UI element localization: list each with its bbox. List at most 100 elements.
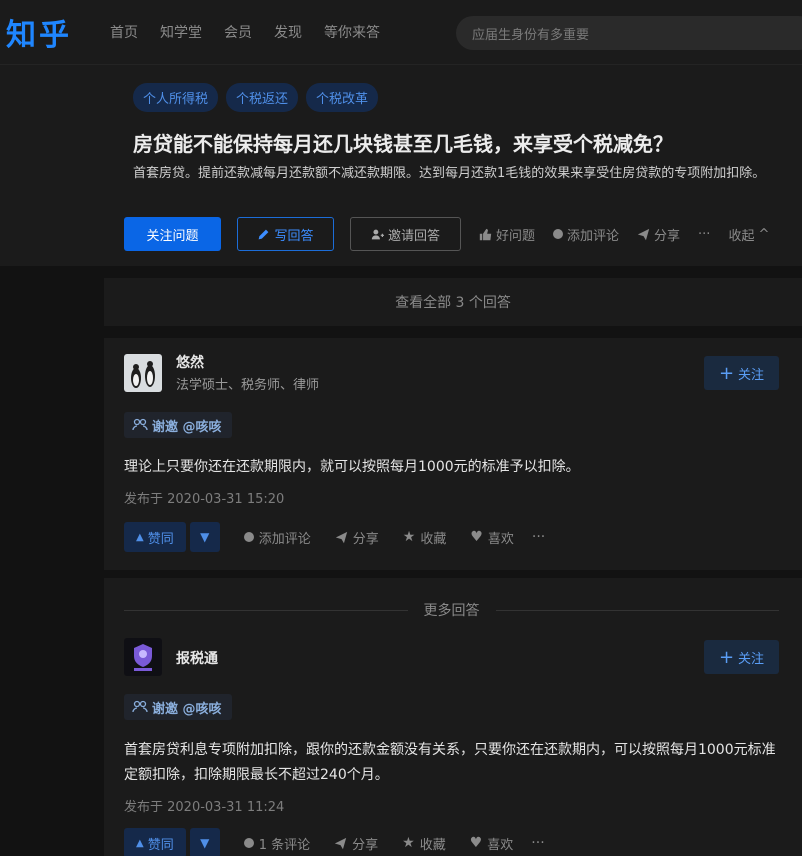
triangle-down-icon: ▼ — [200, 530, 210, 544]
answer-content: 首套房贷利息专项附加扣除，跟你的还款金额没有关系，只要你还在还款期内，可以按照每… — [124, 742, 776, 783]
question-header: 个人所得税 个税返还 个税改革 房贷能不能保持每月还几块钱甚至几毛钱，来享受个税… — [0, 64, 802, 266]
triangle-down-icon: ▼ — [200, 836, 210, 850]
more-options-button[interactable]: ··· — [531, 835, 544, 851]
question-actions: 关注问题 写回答 邀请回答 好问题 添加评论 分享 ··· 收起 ^ — [124, 217, 769, 251]
like-label: 喜欢 — [487, 837, 514, 853]
invite-answer-button[interactable]: 邀请回答 — [350, 217, 461, 251]
like-button[interactable]: ♥ 喜欢 — [470, 528, 514, 547]
pencil-icon — [259, 229, 269, 239]
question-description: 首套房贷。提前还款减每月还款额不减还款期限。达到每月还款1毛钱的效果来享受住房贷… — [133, 166, 766, 181]
divider-line — [124, 609, 408, 611]
thanks-text: 谢邀 @咳咳 — [152, 419, 222, 435]
topic-tag[interactable]: 个税改革 — [306, 83, 379, 112]
comments-button[interactable]: 1 条评论 — [243, 834, 311, 853]
heart-icon: ♥ — [469, 835, 483, 851]
answer-actions: ▲ 赞同 ▼ 1 条评论 分享 ★ 收藏 ♥ 喜欢 ··· — [124, 828, 545, 856]
people-icon — [132, 418, 148, 431]
nav-item-waiting-answers[interactable]: 等你来答 — [324, 22, 380, 42]
search-input[interactable]: 应届生身份有多重要 — [456, 16, 802, 50]
invite-thanks-badge: 谢邀 @咳咳 — [124, 694, 232, 720]
avatar[interactable] — [124, 638, 162, 676]
answer-card: 更多回答 报税通 + 关注 谢邀 @咳咳 首套房贷利息专项附加扣除，跟你的还款金… — [104, 578, 802, 856]
share-button[interactable]: 分享 — [334, 834, 378, 853]
add-comment-button[interactable]: 添加评论 — [243, 528, 311, 547]
add-comment-button[interactable]: 添加评论 — [553, 225, 619, 244]
thumbs-up-icon — [479, 228, 492, 240]
answer-actions: ▲ 赞同 ▼ 添加评论 分享 ★ 收藏 ♥ 喜欢 ··· — [124, 522, 545, 552]
top-navigation: 知乎 首页 知学堂 会员 发现 等你来答 应届生身份有多重要 — [0, 0, 802, 64]
zhihu-logo[interactable]: 知乎 — [6, 10, 72, 54]
more-options-button[interactable]: ··· — [532, 529, 545, 545]
nav-item-discover[interactable]: 发现 — [274, 22, 302, 42]
share-button[interactable]: 分享 — [637, 225, 680, 244]
write-answer-label: 写回答 — [274, 228, 314, 244]
comment-icon — [243, 838, 254, 848]
publish-time[interactable]: 发布于 2020-03-31 11:24 — [124, 796, 284, 815]
people-icon — [132, 700, 148, 713]
collapse-label: 收起 — [728, 228, 755, 244]
invite-thanks-badge: 谢邀 @咳咳 — [124, 412, 232, 438]
upvote-label: 赞同 — [147, 837, 174, 853]
nav-item-vip[interactable]: 会员 — [224, 22, 252, 42]
main-nav: 首页 知学堂 会员 发现 等你来答 — [110, 22, 402, 42]
nav-item-home[interactable]: 首页 — [110, 22, 138, 42]
downvote-button[interactable]: ▼ — [189, 522, 220, 552]
good-question-label: 好问题 — [496, 228, 536, 244]
topic-tag[interactable]: 个人所得税 — [133, 83, 219, 112]
share-label: 分享 — [352, 837, 379, 853]
triangle-up-icon: ▲ — [136, 531, 144, 543]
comment-icon — [553, 229, 564, 239]
plus-icon: + — [718, 646, 735, 668]
paper-plane-icon — [335, 531, 347, 543]
answer-content: 理论上只要你还在还款期限内，就可以按照每月1000元的标准予以扣除。 — [124, 459, 580, 475]
collect-button[interactable]: ★ 收藏 — [402, 834, 446, 853]
triangle-up-icon: ▲ — [136, 837, 144, 849]
chevron-up-icon: ^ — [758, 226, 770, 242]
avatar[interactable] — [124, 354, 162, 392]
answer-card: 悠然 法学硕士、税务师、律师 + 关注 谢邀 @咳咳 理论上只要你还在还款期限内… — [104, 338, 802, 570]
like-button[interactable]: ♥ 喜欢 — [470, 834, 514, 853]
share-label: 分享 — [654, 228, 681, 244]
more-answers-label: 更多回答 — [423, 603, 480, 619]
more-answers-divider: 更多回答 — [124, 600, 779, 620]
paper-plane-icon — [637, 228, 650, 240]
collect-label: 收藏 — [419, 837, 446, 853]
follow-label: 关注 — [738, 651, 765, 667]
comment-label: 1 条评论 — [258, 837, 311, 853]
write-answer-button[interactable]: 写回答 — [237, 217, 334, 251]
view-all-answers-button[interactable]: 查看全部 3 个回答 — [104, 278, 802, 326]
divider-line — [495, 609, 779, 611]
more-options-button[interactable]: ··· — [698, 227, 710, 242]
comment-label: 添加评论 — [258, 531, 311, 547]
share-button[interactable]: 分享 — [335, 528, 379, 547]
good-question-button[interactable]: 好问题 — [479, 225, 535, 244]
star-icon: ★ — [402, 835, 415, 851]
upvote-button[interactable]: ▲ 赞同 — [124, 522, 186, 552]
follow-question-button[interactable]: 关注问题 — [124, 217, 221, 251]
invite-answer-label: 邀请回答 — [387, 228, 440, 244]
share-label: 分享 — [352, 531, 379, 547]
publish-time[interactable]: 发布于 2020-03-31 15:20 — [124, 488, 284, 507]
star-icon: ★ — [402, 529, 416, 545]
nav-item-zhixuetang[interactable]: 知学堂 — [160, 22, 202, 42]
author-name[interactable]: 报税通 — [176, 648, 218, 668]
question-title: 房贷能不能保持每月还几块钱甚至几毛钱，来享受个税减免？ — [133, 132, 673, 156]
follow-author-button[interactable]: + 关注 — [704, 356, 779, 390]
add-user-icon — [371, 229, 384, 239]
collapse-button[interactable]: 收起 ^ — [728, 225, 769, 244]
author-headline: 法学硕士、税务师、律师 — [176, 378, 320, 393]
follow-author-button[interactable]: + 关注 — [704, 640, 779, 674]
collect-button[interactable]: ★ 收藏 — [403, 528, 447, 547]
thanks-text: 谢邀 @咳咳 — [152, 701, 222, 717]
collect-label: 收藏 — [420, 531, 447, 547]
author-name[interactable]: 悠然 — [176, 352, 204, 372]
plus-icon: + — [718, 362, 735, 384]
topic-tag[interactable]: 个税返还 — [226, 83, 299, 112]
follow-label: 关注 — [738, 367, 765, 383]
downvote-button[interactable]: ▼ — [189, 828, 220, 856]
upvote-button[interactable]: ▲ 赞同 — [124, 828, 186, 856]
topic-tags: 个人所得税 个税返还 个税改革 — [133, 83, 379, 112]
paper-plane-icon — [334, 837, 347, 849]
upvote-label: 赞同 — [147, 531, 174, 547]
heart-icon: ♥ — [470, 529, 483, 545]
